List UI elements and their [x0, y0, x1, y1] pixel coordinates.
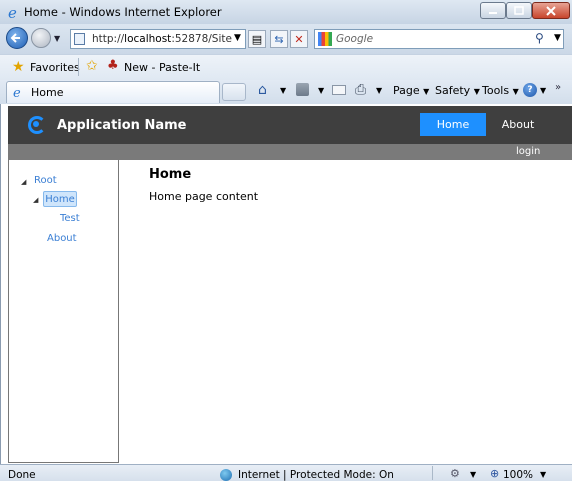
status-separator: [432, 466, 433, 480]
help-icon[interactable]: ?: [523, 83, 537, 97]
url-host: localhost: [124, 33, 172, 45]
back-button[interactable]: [6, 27, 28, 49]
minimize-button[interactable]: [480, 2, 506, 19]
tree-item-root[interactable]: Root: [34, 175, 57, 186]
close-window-button[interactable]: [532, 2, 570, 19]
page-menu-label: Page: [393, 84, 420, 97]
collapse-triangle-icon[interactable]: ◢: [21, 178, 26, 186]
favorites-separator: [78, 58, 79, 76]
add-to-favorites-bar-icon[interactable]: ✩: [86, 58, 98, 74]
feeds-icon[interactable]: [296, 83, 309, 96]
login-link[interactable]: login: [516, 146, 540, 157]
page-icon: [74, 33, 85, 45]
page-body-text: Home page content: [149, 190, 259, 203]
nav-about-link[interactable]: About: [492, 113, 544, 136]
home-icon[interactable]: ⌂: [258, 82, 267, 98]
read-mail-icon[interactable]: [332, 85, 346, 95]
favorite-link-paste-it[interactable]: New - Paste-It: [124, 61, 200, 74]
url-prefix: http://: [92, 33, 125, 45]
feeds-dropdown-icon[interactable]: ▼: [318, 86, 324, 95]
minimize-icon: [489, 11, 497, 14]
compatibility-icon: ▤: [251, 32, 263, 46]
help-dropdown-icon[interactable]: ▼: [540, 86, 546, 95]
favorites-button[interactable]: Favorites: [30, 61, 80, 74]
print-dropdown-icon[interactable]: ▼: [376, 86, 382, 95]
safety-menu-button[interactable]: Safety ▼: [435, 84, 480, 97]
compatibility-view-button[interactable]: ▤: [248, 30, 266, 48]
tab-ie-icon: e: [13, 86, 21, 99]
tree-item-home[interactable]: Home: [43, 191, 77, 207]
internet-zone-globe-icon: [220, 469, 232, 481]
search-input[interactable]: Google: [336, 33, 373, 45]
app-logo-dot: [33, 121, 39, 127]
close-icon: [546, 5, 556, 16]
toolbar-overflow-chevron-icon[interactable]: »: [555, 82, 561, 93]
security-zone-text[interactable]: Internet | Protected Mode: On: [238, 469, 394, 481]
safety-menu-label: Safety: [435, 84, 471, 97]
login-bar: [8, 144, 572, 160]
zoom-level[interactable]: 100%: [503, 469, 533, 481]
recent-pages-dropdown-icon[interactable]: ▼: [54, 34, 60, 43]
page-title: Home: [149, 167, 192, 182]
window-title: Home - Windows Internet Explorer: [24, 5, 222, 19]
protected-mode-icon[interactable]: ⚙: [450, 467, 460, 480]
address-dropdown-icon[interactable]: ▼: [234, 33, 241, 43]
tools-menu-label: Tools: [482, 84, 510, 97]
search-icon[interactable]: ⚲: [535, 31, 544, 45]
address-url[interactable]: http://localhost:52878/SiteMap: [92, 33, 232, 45]
tools-menu-dropdown-icon: ▼: [512, 87, 519, 96]
svg-text:e: e: [13, 86, 21, 99]
new-tab-button[interactable]: [222, 83, 246, 101]
tree-item-about[interactable]: About: [47, 233, 77, 244]
url-rest: :52878/SiteMap: [171, 33, 232, 45]
maximize-icon: [514, 6, 524, 15]
maximize-button[interactable]: [506, 2, 532, 19]
tools-menu-button[interactable]: Tools ▼: [482, 84, 519, 97]
svg-text:e: e: [8, 4, 17, 20]
favorites-star-icon[interactable]: ★: [12, 59, 25, 75]
status-text: Done: [8, 469, 36, 481]
tree-item-test[interactable]: Test: [60, 213, 80, 224]
internet-explorer-icon: e: [8, 4, 17, 20]
page-menu-dropdown-icon: ▼: [423, 87, 430, 96]
forward-button[interactable]: [31, 28, 51, 48]
search-options-dropdown-icon[interactable]: ▼: [554, 33, 561, 43]
collapse-triangle-icon[interactable]: ◢: [33, 196, 38, 204]
refresh-button[interactable]: ⇆: [270, 30, 288, 48]
google-icon: [318, 32, 332, 46]
app-name[interactable]: Application Name: [57, 118, 186, 133]
stop-button[interactable]: ✕: [290, 30, 308, 48]
print-icon[interactable]: ⎙: [355, 82, 366, 98]
zoom-magnifier-icon[interactable]: ⊕: [490, 467, 499, 480]
nav-home-button[interactable]: Home: [420, 113, 486, 136]
cherry-icon: ♣: [107, 58, 119, 73]
back-arrow-icon: [10, 33, 20, 43]
safety-menu-dropdown-icon: ▼: [473, 87, 480, 96]
page-menu-button[interactable]: Page ▼: [393, 84, 429, 97]
tab-home-label[interactable]: Home: [31, 86, 63, 99]
stop-icon: ✕: [294, 32, 304, 46]
refresh-icon: ⇆: [274, 32, 284, 46]
protected-mode-dropdown-icon[interactable]: ▼: [470, 470, 476, 479]
home-dropdown-icon[interactable]: ▼: [280, 86, 286, 95]
zoom-dropdown-icon[interactable]: ▼: [540, 470, 546, 479]
